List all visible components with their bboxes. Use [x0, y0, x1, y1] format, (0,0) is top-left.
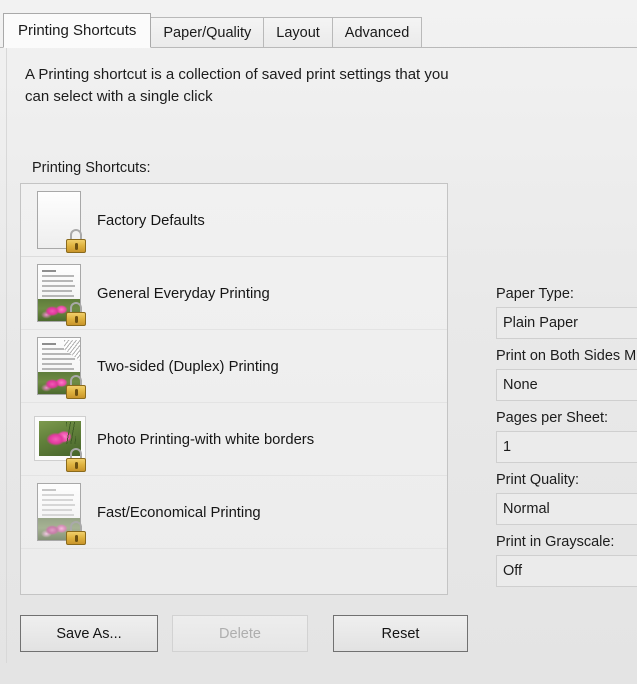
panel-left-edge: [6, 48, 7, 663]
setting-value-pages-per-sheet[interactable]: 1: [496, 431, 637, 463]
delete-button-label: Delete: [219, 625, 261, 642]
setting-value-print-quality[interactable]: Normal: [496, 493, 637, 525]
tab-paper-quality[interactable]: Paper/Quality: [150, 17, 265, 48]
setting-label-print-on-both-sides: Print on Both Sides M: [496, 348, 637, 364]
shortcut-list-label: Printing Shortcuts:: [32, 160, 151, 176]
list-item-label: General Everyday Printing: [97, 285, 270, 302]
draft-document-locked-icon: [33, 481, 87, 545]
bordered-photo-locked-icon: [33, 408, 87, 472]
list-item-label: Photo Printing-with white borders: [97, 431, 315, 448]
setting-value-print-on-both-sides[interactable]: None: [496, 369, 637, 401]
tab-label: Advanced: [344, 25, 410, 41]
tab-strip: Printing Shortcuts Paper/Quality Layout …: [0, 13, 637, 48]
lock-icon: [65, 447, 87, 472]
shortcut-list[interactable]: Factory Defaults General Everyday Printi…: [20, 183, 448, 595]
setting-value-paper-type[interactable]: Plain Paper: [496, 307, 637, 339]
setting-label-paper-type: Paper Type:: [496, 286, 574, 302]
delete-button: Delete: [172, 615, 308, 652]
list-item[interactable]: Fast/Economical Printing: [21, 476, 447, 549]
save-as-button-label: Save As...: [56, 625, 122, 642]
tab-layout[interactable]: Layout: [263, 17, 333, 48]
document-photo-locked-icon: [33, 262, 87, 326]
list-item-label: Factory Defaults: [97, 212, 205, 229]
tab-printing-shortcuts[interactable]: Printing Shortcuts: [3, 13, 152, 48]
settings-summary: Paper Type: Plain Paper Print on Both Si…: [496, 281, 637, 591]
list-item[interactable]: General Everyday Printing: [21, 257, 447, 330]
list-item-label: Fast/Economical Printing: [97, 504, 261, 521]
tab-label: Printing Shortcuts: [18, 22, 137, 39]
lock-icon: [65, 520, 87, 545]
list-item[interactable]: Photo Printing-with white borders: [21, 403, 447, 476]
tab-advanced[interactable]: Advanced: [331, 17, 423, 48]
lock-icon: [65, 228, 87, 253]
setting-label-print-in-grayscale: Print in Grayscale:: [496, 534, 615, 550]
setting-label-print-quality: Print Quality:: [496, 472, 579, 488]
tab-label: Layout: [276, 25, 320, 41]
printer-properties-dialog: Printing Shortcuts Paper/Quality Layout …: [0, 0, 637, 684]
reset-button-label: Reset: [381, 625, 420, 642]
blank-page-locked-icon: [33, 189, 87, 253]
tab-label: Paper/Quality: [163, 25, 252, 41]
panel-description: A Printing shortcut is a collection of s…: [25, 66, 449, 105]
list-item-label: Two-sided (Duplex) Printing: [97, 358, 279, 375]
lock-icon: [65, 374, 87, 399]
save-as-button[interactable]: Save As...: [20, 615, 158, 652]
setting-label-pages-per-sheet: Pages per Sheet:: [496, 410, 609, 426]
list-item[interactable]: Factory Defaults: [21, 184, 447, 257]
lock-icon: [65, 301, 87, 326]
setting-value-print-in-grayscale[interactable]: Off: [496, 555, 637, 587]
duplex-document-locked-icon: [33, 335, 87, 399]
list-item[interactable]: Two-sided (Duplex) Printing: [21, 330, 447, 403]
shortcut-action-buttons: Save As... Delete Reset: [20, 615, 468, 652]
reset-button[interactable]: Reset: [333, 615, 468, 652]
